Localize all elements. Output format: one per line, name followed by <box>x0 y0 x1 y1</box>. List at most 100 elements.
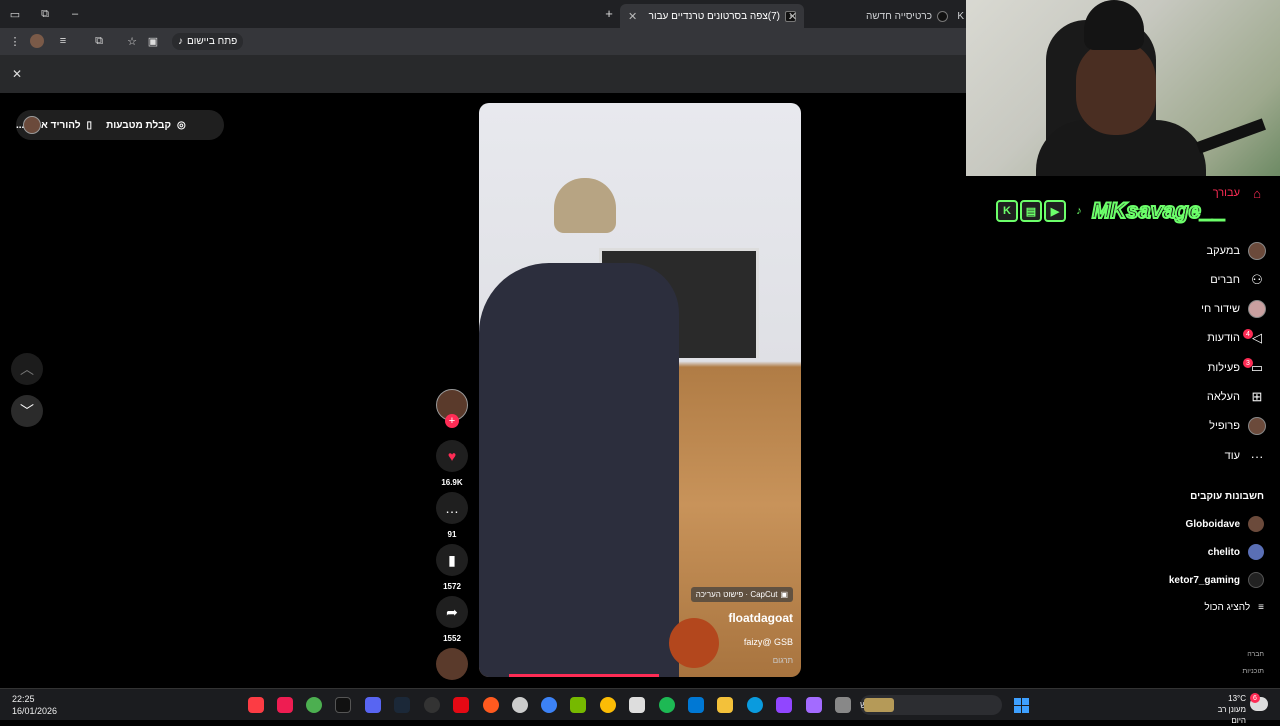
video-player[interactable]: ▣ CapCut · פישוט העריכה floatdagoat faiz… <box>479 103 801 677</box>
like-count: 16.9K <box>441 478 463 487</box>
page-action-icon[interactable]: ▣ <box>146 34 160 48</box>
taskbar-search[interactable]: ⌕ חפש <box>860 695 1002 715</box>
share-action[interactable]: ➦ 1552 <box>436 596 468 643</box>
window-menu-icon[interactable]: ▭ <box>8 7 22 21</box>
following-account[interactable]: Globoidave <box>1186 516 1264 532</box>
edge-icon[interactable] <box>747 697 763 713</box>
sidebar-item-activity[interactable]: ▭ פעילות <box>1208 359 1266 377</box>
file-explorer-icon[interactable] <box>717 697 733 713</box>
sidebar-item-for-you[interactable]: ⌂ עבורך <box>1213 184 1266 202</box>
browser-toolbar: ⋮ ≡ ⧉ ☆ ▣ פתח ביישום ♪ <box>0 28 966 55</box>
weather-temp: 13°C <box>1228 694 1246 703</box>
profile-avatar[interactable] <box>30 34 44 48</box>
copilot-icon[interactable] <box>806 697 822 713</box>
tab-k[interactable]: K <box>952 4 966 28</box>
following-account[interactable]: chelito <box>1208 544 1264 560</box>
reading-list-icon[interactable]: ≡ <box>56 34 70 48</box>
avatar <box>1248 516 1264 532</box>
tiktok-icon[interactable] <box>335 697 351 713</box>
netflix-icon[interactable] <box>453 697 469 713</box>
steam-icon[interactable] <box>394 697 410 713</box>
task-view-icon[interactable] <box>835 697 851 713</box>
restore-icon[interactable]: ⧉ <box>38 7 52 21</box>
music-app-icon[interactable] <box>248 697 264 713</box>
capcut-icon: ▣ <box>780 590 788 599</box>
weather-widget[interactable]: 13°C מעונן רב היום <box>1202 693 1246 726</box>
next-video-button[interactable]: ﹀ <box>11 395 43 427</box>
windows-start-icon[interactable] <box>1014 698 1029 713</box>
bookmark-star-icon[interactable]: ☆ <box>125 34 139 48</box>
music-disc[interactable] <box>436 648 468 680</box>
show-all-link[interactable]: להציג הכול ≡ <box>1204 602 1264 613</box>
avatar <box>1248 544 1264 560</box>
show-all-label: להציג הכול <box>1204 602 1251 613</box>
tab-new-tab[interactable]: כרטיסייה חדשה ✕ <box>786 4 956 28</box>
sidebar-item-friends[interactable]: ⚇ חברים <box>1210 271 1266 289</box>
sidebar-item-label: העלאה <box>1206 391 1240 403</box>
download-app-pill[interactable]: ◎ קבלת מטבעות ▯ להוריד את ה... <box>16 110 224 140</box>
open-in-app-button[interactable]: פתח ביישום ♪ <box>172 33 244 50</box>
spotify-icon[interactable] <box>659 697 675 713</box>
minimize-icon[interactable]: – <box>68 7 82 21</box>
sidebar-item-label: במעקב <box>1206 245 1241 257</box>
music-avatar[interactable] <box>436 648 468 680</box>
tiktok-icon: ♪ <box>178 36 183 47</box>
obs-icon[interactable] <box>424 697 440 713</box>
like-action[interactable]: ♥ 16.9K <box>436 440 468 487</box>
avatar[interactable] <box>23 116 41 134</box>
clock[interactable]: 22:25 16/01/2026 <box>12 693 57 717</box>
chevron-up-icon: ︿ <box>20 361 34 377</box>
sidebar-item-label: פעילות <box>1207 362 1240 374</box>
app-icon[interactable] <box>483 697 499 713</box>
comment-action[interactable]: … 91 <box>436 492 468 539</box>
sidebar-item-label: הודעות <box>1207 332 1240 344</box>
kick-icon: K <box>996 200 1018 222</box>
capcut-tag[interactable]: ▣ CapCut · פישוט העריכה <box>690 587 793 602</box>
account-name: Globoidave <box>1185 518 1240 530</box>
chrome-icon[interactable] <box>600 697 616 713</box>
sidebar-item-live[interactable]: שידור חי <box>1201 300 1266 318</box>
comment-icon[interactable]: … <box>436 492 468 524</box>
share-icon[interactable]: ➦ <box>436 596 468 628</box>
translate-link[interactable]: תרגום <box>773 656 793 665</box>
save-action[interactable]: ▮ 1572 <box>436 544 468 591</box>
bookmark-icon[interactable]: ▮ <box>436 544 468 576</box>
sidebar-item-messages[interactable]: ◁ הודעות <box>1207 329 1266 347</box>
sidebar-item-following[interactable]: במעקב <box>1206 242 1266 260</box>
more-menu-icon[interactable]: ⋮ <box>8 34 22 48</box>
video-progress-bar[interactable] <box>509 674 659 677</box>
new-tab-button[interactable]: + <box>602 6 616 21</box>
app-icon[interactable] <box>541 697 557 713</box>
heart-icon[interactable]: ♥ <box>436 440 468 472</box>
close-tab-icon[interactable]: ✕ <box>628 10 637 23</box>
tab-tiktok[interactable]: ♪ (7)צפה בסרטונים טרנדיים עבור ✕ <box>620 4 804 28</box>
sidebar-item-label: עבורך <box>1212 187 1240 199</box>
video-username[interactable]: floatdagoat <box>728 611 793 625</box>
streamer-head <box>1076 40 1156 135</box>
following-account[interactable]: ketor7_gaming <box>1169 572 1264 588</box>
close-tab-icon[interactable]: ✕ <box>788 10 797 23</box>
get-coins-label[interactable]: קבלת מטבעות <box>106 120 171 131</box>
extensions-icon[interactable]: ⧉ <box>92 34 106 48</box>
discord-icon[interactable] <box>365 697 381 713</box>
sidebar-item-profile[interactable]: פרופיל <box>1209 417 1266 435</box>
footer-link[interactable]: תוכניות <box>1242 663 1264 680</box>
sidebar-item-more[interactable]: ··· עוד <box>1225 447 1266 465</box>
search-highlight-image <box>864 698 894 712</box>
twitch-icon[interactable] <box>776 697 792 713</box>
chrome-canary-icon[interactable] <box>306 697 322 713</box>
app-icon[interactable] <box>512 697 528 713</box>
clock-time: 22:25 <box>12 694 35 704</box>
activity-badge: 3 <box>1243 358 1253 368</box>
footer-link[interactable]: חברה <box>1242 646 1264 663</box>
capcut-label: CapCut · פישוט העריכה <box>695 590 778 599</box>
outlook-icon[interactable] <box>688 697 704 713</box>
follow-plus-icon[interactable]: + <box>445 414 459 428</box>
sidebar-item-upload[interactable]: ⊞ העלאה <box>1207 388 1266 406</box>
tiktok-app-icon[interactable] <box>277 697 293 713</box>
tab-title: (7)צפה בסרטונים טרנדיים עבור <box>648 10 780 22</box>
store-icon[interactable] <box>629 697 645 713</box>
previous-video-button[interactable]: ︿ <box>11 353 43 385</box>
nvidia-icon[interactable] <box>570 697 586 713</box>
close-icon[interactable]: ✕ <box>12 67 22 81</box>
